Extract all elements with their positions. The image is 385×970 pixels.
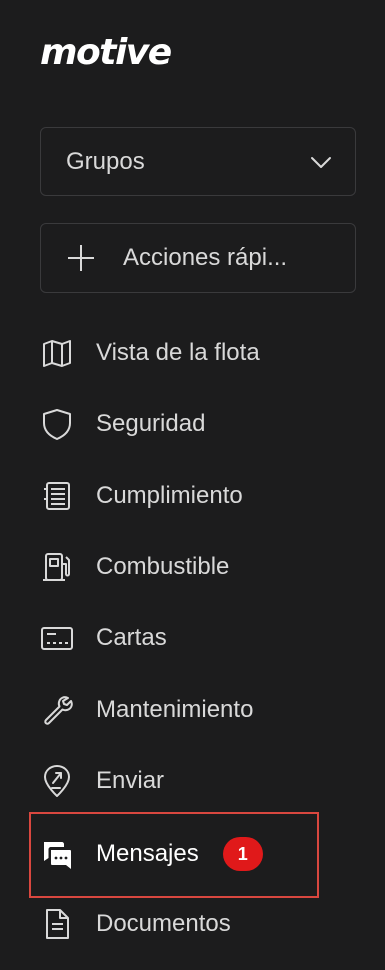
document-icon [40, 906, 76, 942]
nav-item-fuel[interactable]: Combustible [40, 539, 320, 595]
fuel-pump-icon [40, 549, 76, 585]
shield-icon [40, 406, 76, 442]
plus-icon [65, 242, 97, 274]
motive-logo[interactable]: motive [40, 28, 172, 76]
nav-item-label: Mantenimiento [96, 696, 254, 723]
map-icon [40, 335, 76, 371]
nav-item-label: Enviar [96, 767, 165, 794]
nav-item-fleet-view[interactable]: Vista de la flota [40, 325, 320, 381]
document-list-icon [40, 478, 76, 514]
nav-item-label: Vista de la flota [96, 339, 260, 366]
dispatch-pin-icon [40, 763, 76, 799]
wrench-icon [40, 692, 76, 728]
nav-item-messages[interactable]: Mensajes 1 [40, 826, 320, 882]
logo-text: motive [40, 31, 172, 73]
card-icon [40, 620, 76, 656]
sidebar: motive Grupos Acciones rápi... Vista de … [0, 0, 385, 970]
unread-count-badge: 1 [222, 837, 263, 871]
nav-item-documents[interactable]: Documentos [40, 896, 320, 952]
chat-bubbles-icon [40, 836, 76, 872]
nav-item-label: Cumplimiento [96, 482, 243, 509]
nav-item-label: Mensajes [96, 840, 199, 867]
nav-item-dispatch[interactable]: Enviar [40, 753, 320, 809]
quick-actions-button[interactable]: Acciones rápi... [40, 223, 356, 293]
groups-dropdown[interactable]: Grupos [40, 127, 356, 196]
groups-dropdown-label: Grupos [66, 147, 145, 175]
nav-item-label: Seguridad [96, 410, 206, 437]
nav-item-safety[interactable]: Seguridad [40, 396, 320, 452]
chevron-down-icon [309, 150, 333, 174]
nav-item-cards[interactable]: Cartas [40, 610, 320, 666]
quick-actions-label: Acciones rápi... [123, 244, 288, 271]
nav-item-label: Combustible [96, 553, 230, 580]
nav-item-label: Cartas [96, 624, 167, 651]
nav-item-maintenance[interactable]: Mantenimiento [40, 682, 320, 738]
nav-item-label: Documentos [96, 910, 231, 937]
nav-item-compliance[interactable]: Cumplimiento [40, 468, 320, 524]
